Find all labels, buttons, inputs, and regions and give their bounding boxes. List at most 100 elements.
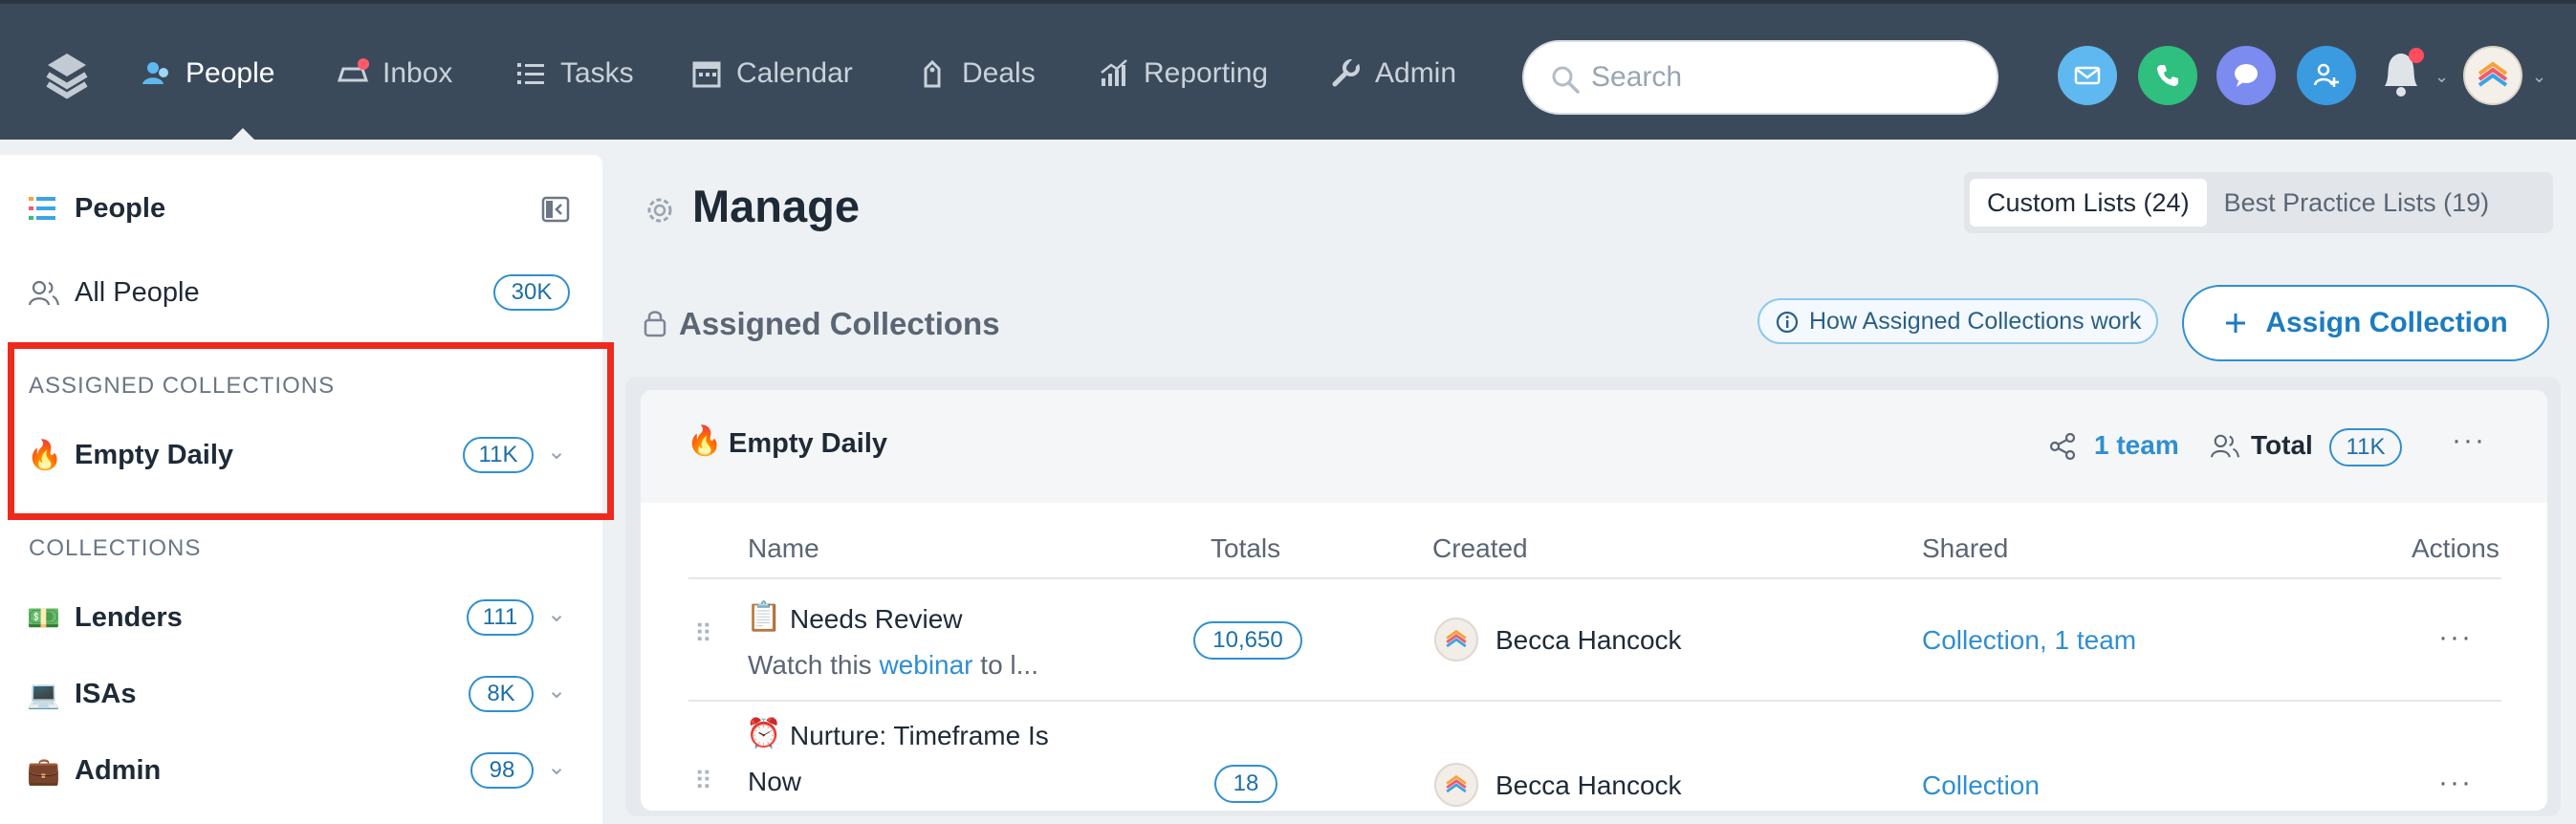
user-avatar[interactable] <box>2463 46 2522 105</box>
nav-inbox-label: Inbox <box>382 57 453 89</box>
collapse-sidebar-icon[interactable] <box>541 195 570 224</box>
isas-count: 8K <box>469 676 534 712</box>
admin-collection-label: Admin <box>75 754 162 786</box>
tab-best-practice-lists[interactable]: Best Practice Lists (19) <box>2207 179 2507 227</box>
active-nav-indicator <box>228 128 258 143</box>
notification-bell-icon[interactable] <box>2375 46 2429 103</box>
people-outline-icon <box>29 280 59 306</box>
fire-emoji-icon: 🔥 <box>687 425 723 457</box>
deals-icon <box>924 59 941 88</box>
sidebar-header: People <box>0 180 602 237</box>
total-count: 11K <box>2329 428 2402 466</box>
how-assigned-collections-work-link[interactable]: How Assigned Collections work <box>1757 298 2159 344</box>
avatar-logo-icon <box>1446 629 1467 648</box>
row-created-by: Becca Hancock <box>1495 625 1682 655</box>
total-label: Total <box>2251 430 2313 460</box>
add-person-icon <box>2313 63 2339 87</box>
nav-calendar-label: Calendar <box>736 57 853 89</box>
column-header-name: Name <box>748 533 819 563</box>
phone-button[interactable] <box>2138 46 2197 105</box>
isas-label: ISAs <box>75 678 137 709</box>
nav-people-label: People <box>186 57 275 89</box>
plus-icon <box>2226 314 2246 333</box>
chevron-down-icon[interactable]: ⌄ <box>547 677 566 705</box>
row-actions-menu-icon[interactable]: ··· <box>2438 767 2473 799</box>
chat-icon <box>2235 64 2258 87</box>
notifications-chevron-down-icon[interactable]: ⌄ <box>2434 67 2449 87</box>
divider <box>688 577 2501 579</box>
highlight-annotation-box <box>8 342 614 520</box>
share-icon <box>2049 432 2076 461</box>
sidebar-title: People <box>75 192 166 224</box>
add-person-button[interactable] <box>2297 46 2356 105</box>
nav-reporting[interactable]: Reporting <box>1098 50 1268 98</box>
app-logo-icon[interactable] <box>44 46 90 99</box>
inbox-icon <box>337 58 369 82</box>
column-header-totals: Totals <box>1211 533 1281 563</box>
admin-icon <box>1332 57 1360 87</box>
briefcase-emoji-icon: 💼 <box>27 755 60 786</box>
nav-admin-label: Admin <box>1375 57 1457 89</box>
howto-label: How Assigned Collections work <box>1809 307 2142 335</box>
lenders-label: Lenders <box>75 601 183 633</box>
team-count-link[interactable]: 1 team <box>2094 430 2179 461</box>
lenders-count: 111 <box>467 599 534 636</box>
row-shared-link[interactable]: Collection, 1 team <box>1922 625 2136 656</box>
nav-inbox[interactable]: Inbox <box>337 50 452 98</box>
row-name[interactable]: Needs Review <box>790 604 963 635</box>
chat-button[interactable] <box>2216 46 2276 105</box>
row-description: Watch this webinar to l... <box>748 650 1038 681</box>
avatar <box>1434 618 1478 661</box>
row-total[interactable]: 10,650 <box>1193 621 1302 660</box>
nav-admin[interactable]: Admin <box>1329 50 1456 98</box>
drag-handle-icon[interactable]: ⠿ <box>694 619 712 649</box>
nav-deals-label: Deals <box>962 57 1036 89</box>
reporting-icon <box>1101 59 1127 86</box>
nav-people[interactable]: People <box>140 50 274 98</box>
search-input[interactable]: Search <box>1522 40 1998 115</box>
nav-tasks-label: Tasks <box>560 57 634 89</box>
column-header-actions: Actions <box>2412 533 2500 563</box>
email-icon <box>2074 66 2101 85</box>
description-prefix: Watch this <box>748 650 880 680</box>
sidebar-item-isas[interactable]: 💻 ISAs 8K ⌄ <box>0 665 602 723</box>
drag-handle-icon[interactable]: ⠿ <box>694 767 712 796</box>
sidebar-item-admin[interactable]: 💼 Admin 98 ⌄ <box>0 742 602 799</box>
collection-name: Empty Daily <box>729 428 887 459</box>
row-actions-menu-icon[interactable]: ··· <box>2438 621 2473 654</box>
description-suffix: to l... <box>972 650 1038 680</box>
webinar-link[interactable]: webinar <box>879 650 972 680</box>
avatar-chevron-down-icon[interactable]: ⌄ <box>2532 67 2546 87</box>
column-header-shared: Shared <box>1922 533 2009 563</box>
column-header-created: Created <box>1432 533 1528 563</box>
assign-collection-button[interactable]: Assign Collection <box>2182 285 2549 361</box>
row-name[interactable]: Nurture: Timeframe Is <box>790 721 1049 751</box>
collection-card-header: 🔥 Empty Daily 1 team Total 11K ··· <box>641 390 2547 503</box>
sidebar-item-lenders[interactable]: 💵 Lenders 111 ⌄ <box>0 589 602 646</box>
nav-calendar[interactable]: Calendar <box>690 50 853 98</box>
row-total[interactable]: 18 <box>1214 765 1277 803</box>
nav-deals[interactable]: Deals <box>916 50 1036 98</box>
phone-icon <box>2157 65 2178 86</box>
lock-icon <box>644 311 666 337</box>
avatar-logo-icon <box>1446 774 1467 793</box>
email-button[interactable] <box>2058 46 2117 105</box>
row-shared-link[interactable]: Collection <box>1922 770 2040 801</box>
chevron-down-icon[interactable]: ⌄ <box>547 600 566 628</box>
top-nav-bar: People Inbox Tasks Calendar Deals Report… <box>0 0 2576 143</box>
row-name-continued[interactable]: Now <box>748 767 801 797</box>
avatar-logo-icon <box>2478 61 2508 87</box>
tab-custom-lists[interactable]: Custom Lists (24) <box>1970 179 2207 227</box>
chevron-down-icon[interactable]: ⌄ <box>547 753 566 781</box>
laptop-emoji-icon: 💻 <box>27 679 60 709</box>
alarm-clock-emoji-icon: ⏰ <box>746 718 782 749</box>
divider <box>688 700 2501 702</box>
money-emoji-icon: 💵 <box>27 602 60 633</box>
sidebar-item-all-people[interactable]: All People 30K <box>0 264 602 321</box>
assign-collection-label: Assign Collection <box>2265 307 2508 338</box>
search-placeholder: Search <box>1591 61 1683 93</box>
info-icon <box>1776 311 1799 334</box>
collection-more-menu-icon[interactable]: ··· <box>2452 424 2486 457</box>
nav-tasks[interactable]: Tasks <box>514 50 634 98</box>
tasks-icon <box>517 63 544 84</box>
